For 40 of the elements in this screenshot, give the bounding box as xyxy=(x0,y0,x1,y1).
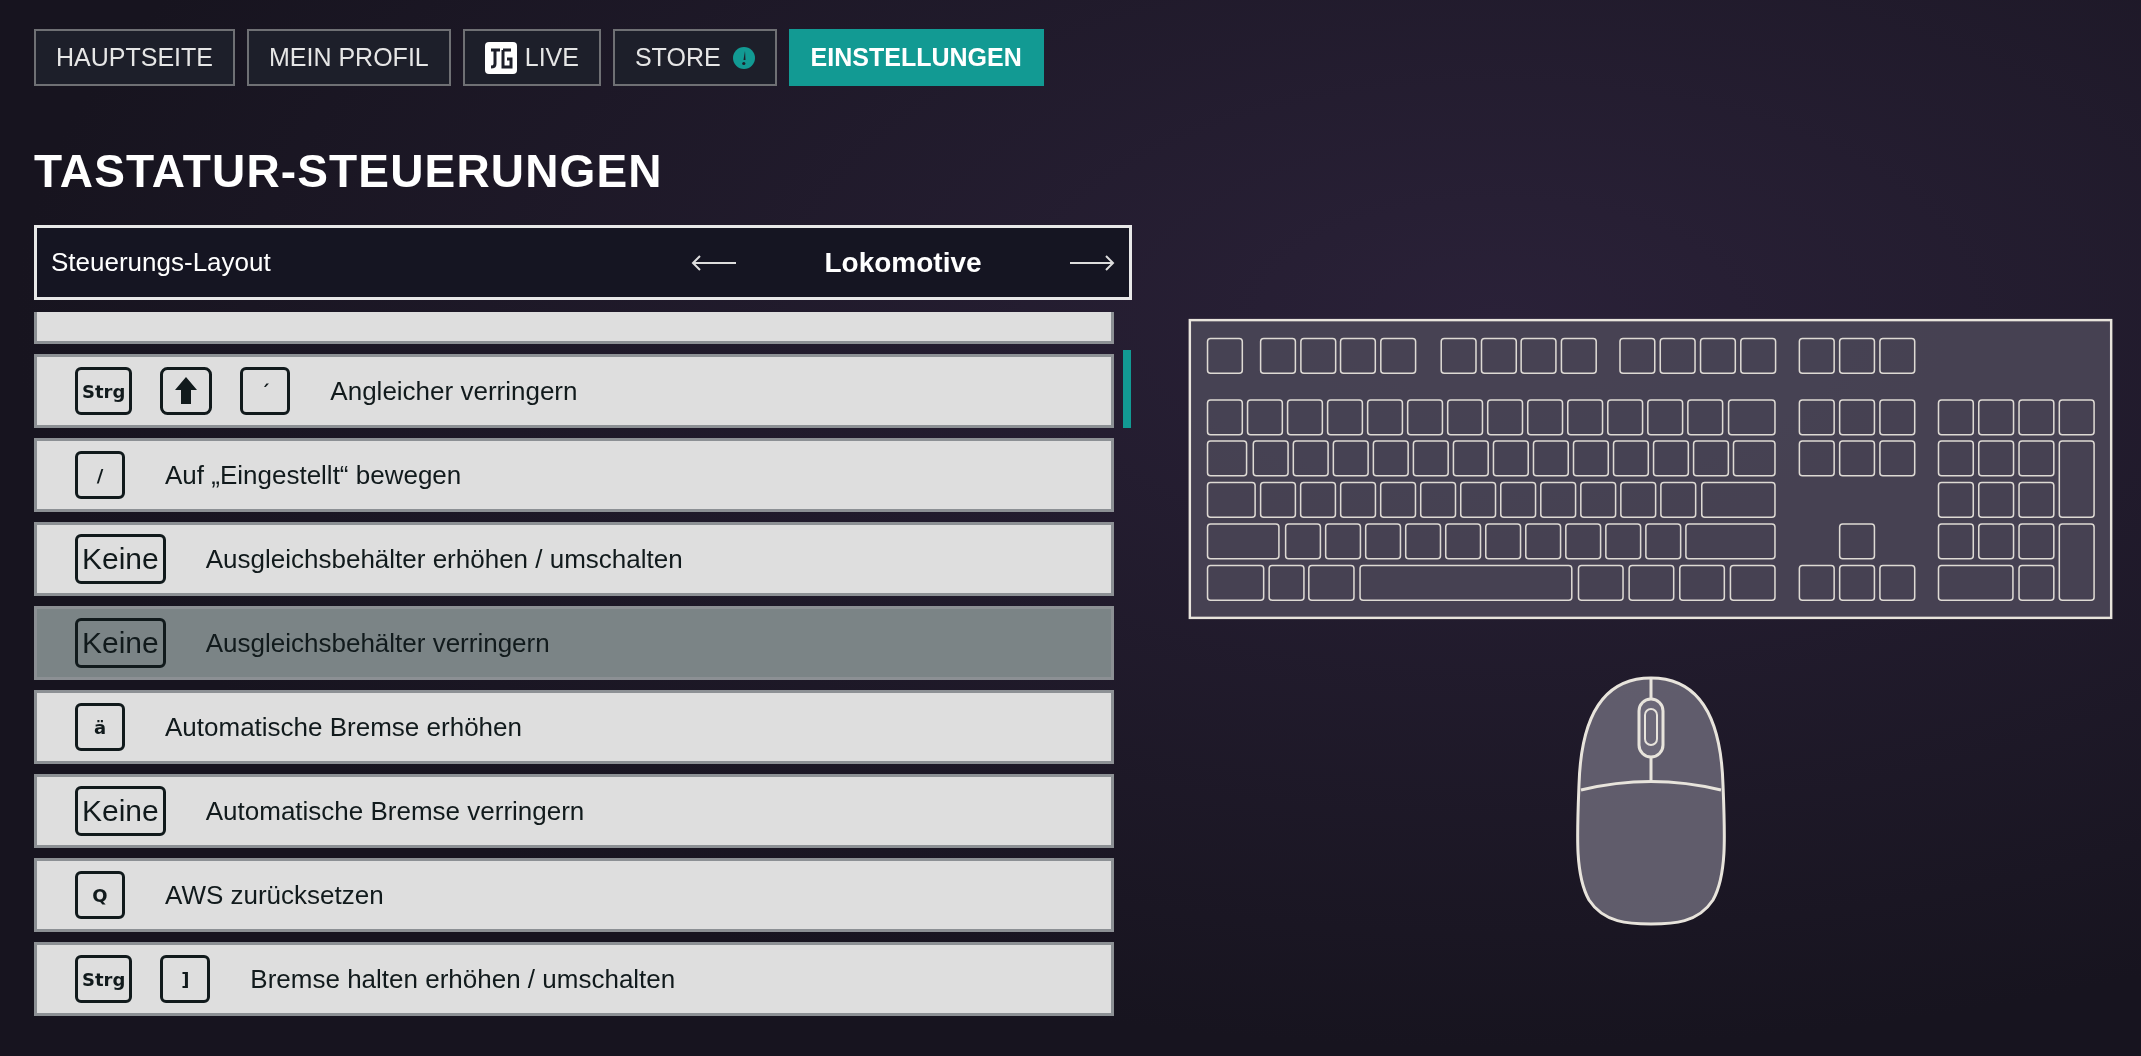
key-cap: Keine xyxy=(75,534,166,584)
key-cap: ´ xyxy=(240,367,291,415)
binding-row[interactable]: Strg ´ Angleicher verringern xyxy=(34,354,1114,428)
key-cap: Keine xyxy=(75,618,166,668)
action-label: Ausgleichsbehälter erhöhen / umschalten xyxy=(205,542,683,576)
key-cap: ] xyxy=(160,955,211,1003)
action-label: Auf „Eingestellt“ bewegen xyxy=(165,458,462,492)
action-label: Automatische Bremse erhöhen xyxy=(165,710,522,744)
binding-row[interactable]: / Auf „Eingestellt“ bewegen xyxy=(34,438,1114,512)
key-cap: / xyxy=(75,451,125,499)
action-label: Automatische Bremse verringern xyxy=(205,794,585,828)
binding-row[interactable]: Keine Automatische Bremse verringern xyxy=(34,774,1114,848)
right-arrow-icon[interactable] xyxy=(1069,254,1115,271)
key-cap: Keine xyxy=(75,786,166,836)
logo-icon xyxy=(484,41,517,74)
action-label: Ausgleichsbehälter verringern xyxy=(205,626,550,660)
scrollbar-thumb[interactable] xyxy=(1123,350,1131,428)
shift-key-icon xyxy=(160,367,213,415)
key-cap: ä xyxy=(75,703,125,751)
selector-label: Steuerungs-Layout xyxy=(51,246,272,279)
layout-selector[interactable]: Steuerungs-Layout Lokomotive xyxy=(34,225,1132,300)
nav-tab[interactable]: HAUPTSEITE xyxy=(34,29,235,86)
key-cap: Strg xyxy=(75,367,133,415)
nav-tab[interactable]: STORE xyxy=(612,29,777,86)
nav-tab[interactable]: LIVE xyxy=(462,29,601,86)
section-title: TASTATUR-STEUERUNGEN xyxy=(34,148,664,194)
key-cap: Strg xyxy=(75,955,133,1003)
binding-row[interactable]: ä Automatische Bremse erhöhen xyxy=(34,690,1114,764)
alert-icon xyxy=(732,46,755,69)
binding-row[interactable]: Q AWS zurücksetzen xyxy=(34,858,1114,932)
selector-value: Lokomotive xyxy=(823,245,983,280)
action-label: Bremse halten erhöhen / umschalten xyxy=(250,962,676,996)
action-label: AWS zurücksetzen xyxy=(165,878,384,912)
binding-row[interactable]: Keine Ausgleichsbehälter verringern xyxy=(34,606,1114,680)
left-arrow-icon[interactable] xyxy=(691,254,737,271)
binding-row[interactable]: Keine Ausgleichsbehälter erhöhen / umschalten xyxy=(34,522,1114,596)
action-label: Angleicher verringern xyxy=(330,374,578,408)
nav-tab[interactable]: MEIN PROFIL xyxy=(247,29,451,86)
binding-row[interactable]: Strg ] Bremse halten erhöhen / umschalten xyxy=(34,942,1114,1016)
key-cap: Q xyxy=(75,871,125,919)
